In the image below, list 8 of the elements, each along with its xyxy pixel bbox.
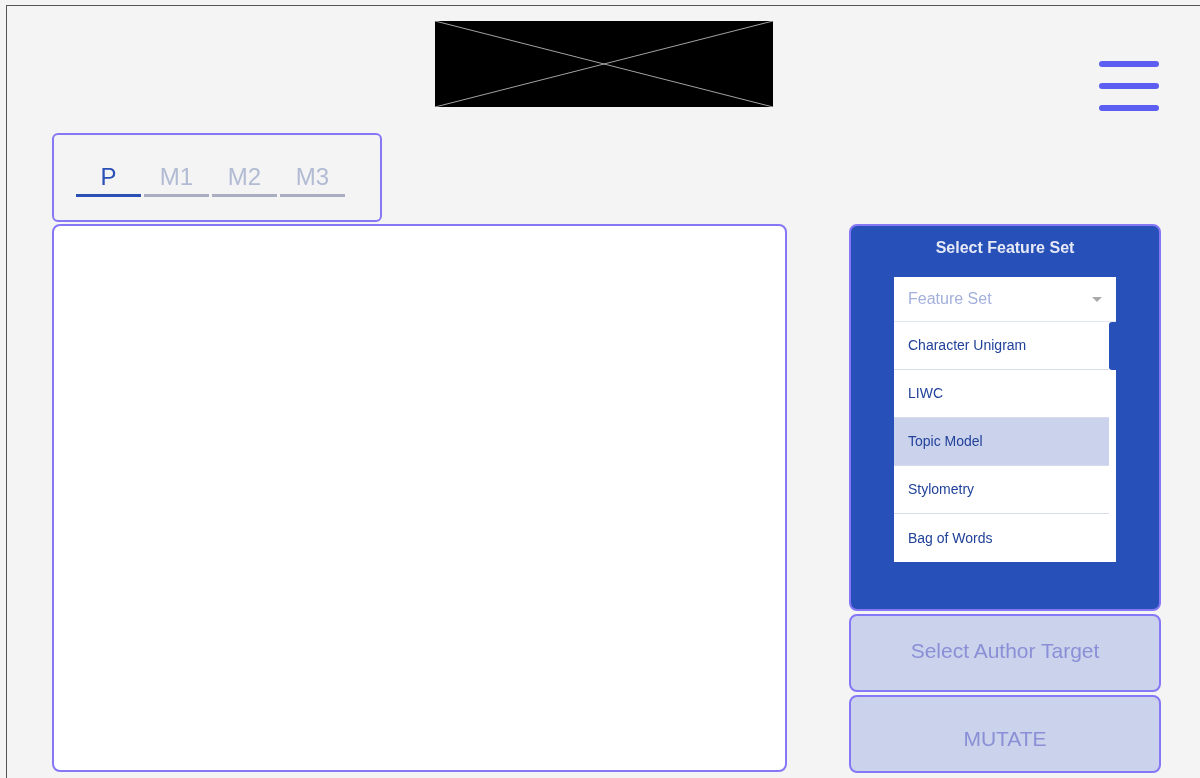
- dropdown-placeholder: Feature Set: [908, 289, 992, 309]
- menu-icon[interactable]: [1099, 60, 1159, 112]
- tab[interactable]: P: [76, 159, 141, 197]
- text-area[interactable]: [52, 224, 787, 772]
- scrollbar-thumb[interactable]: [1109, 322, 1116, 370]
- caret-icon: [1092, 296, 1102, 302]
- dropdown-option[interactable]: Topic Model: [894, 418, 1109, 466]
- panel-title: Select Feature Set: [935, 238, 1075, 258]
